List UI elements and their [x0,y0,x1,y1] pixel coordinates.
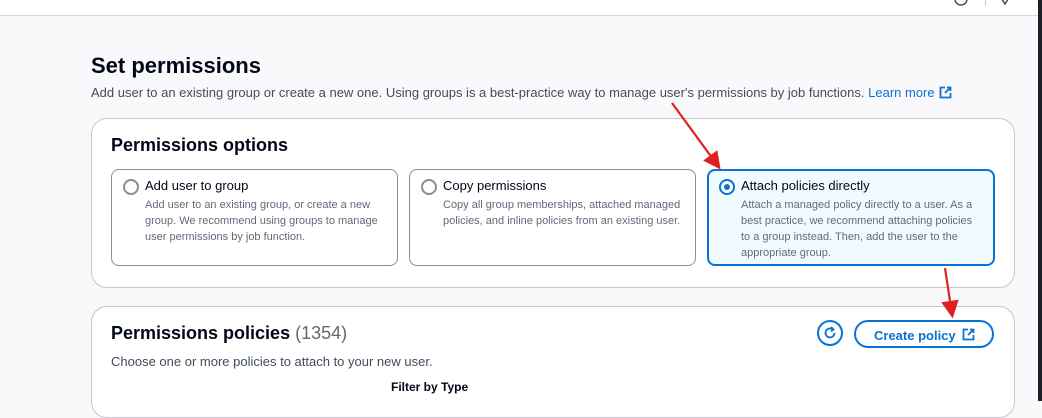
refresh-icon [824,326,836,339]
window-edge [1038,0,1042,401]
option-label: Attach policies directly [741,178,870,193]
permissions-options-card: Permissions options Add user to group Ad… [91,118,1015,288]
help-icon[interactable] [954,0,968,6]
permissions-policies-card: Permissions policies (1354) Create polic… [91,306,1015,418]
topbar-divider [985,0,986,6]
refresh-button[interactable] [817,320,843,346]
learn-more-label: Learn more [868,85,935,100]
page-title: Set permissions [91,53,261,78]
option-description: Attach a managed policy directly to a us… [741,199,973,259]
permissions-policies-title: Permissions policies (1354) [111,323,347,344]
external-link-icon [962,328,975,341]
external-link-icon [939,86,952,99]
option-label: Copy permissions [443,178,547,193]
radio-attach-policies-directly[interactable] [719,179,735,195]
create-policy-label: Create policy [874,328,956,343]
option-label: Add user to group [145,178,249,193]
page-description: Add user to an existing group or create … [91,85,952,100]
permissions-options-title: Permissions options [111,135,289,155]
top-bar [0,0,1042,16]
page-description-text: Add user to an existing group or create … [91,85,865,100]
settings-icon[interactable] [998,0,1012,6]
option-description: Copy all group memberships, attached man… [443,199,681,227]
option-description: Add user to an existing group, or create… [145,199,378,243]
radio-copy-permissions[interactable] [421,179,437,195]
radio-add-user-to-group[interactable] [123,179,139,195]
filter-by-type-label: Filter by Type [391,380,469,394]
option-copy-permissions[interactable]: Copy permissions Copy all group membersh… [409,169,696,266]
policies-count: (1354) [295,323,348,343]
learn-more-link[interactable]: Learn more [868,85,952,100]
option-add-user-to-group[interactable]: Add user to group Add user to an existin… [111,169,398,266]
policies-description: Choose one or more policies to attach to… [111,354,433,369]
option-attach-policies-directly[interactable]: Attach policies directly Attach a manage… [707,169,995,266]
create-policy-button[interactable]: Create policy [854,320,994,348]
permissions-policies-heading: Permissions policies [111,323,291,343]
